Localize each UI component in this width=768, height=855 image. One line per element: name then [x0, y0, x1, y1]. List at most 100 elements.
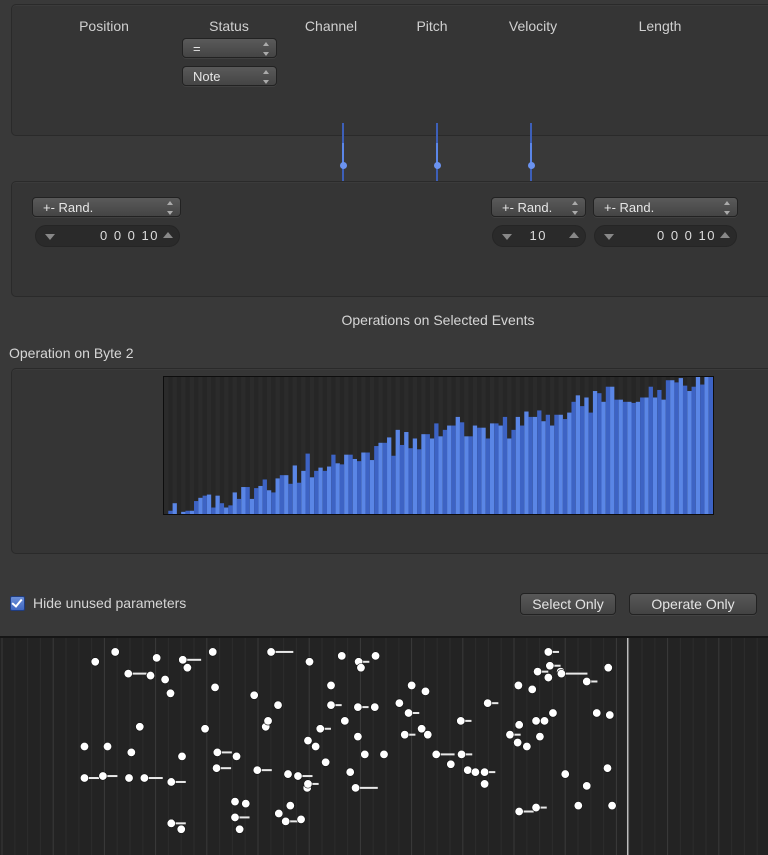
- piano-roll-canvas[interactable]: [0, 638, 768, 855]
- chart-bar[interactable]: [369, 460, 375, 514]
- chart-bar[interactable]: [674, 382, 679, 514]
- note-event[interactable]: [166, 777, 176, 787]
- chart-bar[interactable]: [438, 436, 443, 514]
- chart-bar[interactable]: [618, 399, 623, 514]
- note-event[interactable]: [431, 749, 441, 759]
- hide-unused-checkbox[interactable]: [10, 595, 25, 611]
- note-event[interactable]: [513, 738, 523, 748]
- note-event[interactable]: [463, 765, 473, 775]
- chart-bar[interactable]: [322, 470, 327, 514]
- note-event[interactable]: [513, 680, 523, 690]
- chart-bar[interactable]: [434, 423, 439, 514]
- chart-bar[interactable]: [279, 475, 285, 514]
- note-event[interactable]: [531, 803, 541, 813]
- chart-bar[interactable]: [494, 423, 499, 514]
- note-event[interactable]: [345, 767, 355, 777]
- note-event[interactable]: [160, 675, 170, 685]
- chart-bar[interactable]: [236, 498, 242, 514]
- chart-bar[interactable]: [700, 384, 705, 514]
- increment-arrow-icon[interactable]: [163, 232, 173, 238]
- note-event[interactable]: [166, 818, 176, 828]
- chart-bar[interactable]: [232, 492, 237, 514]
- note-event[interactable]: [305, 657, 315, 667]
- note-event[interactable]: [522, 742, 532, 752]
- chart-bar[interactable]: [284, 475, 289, 514]
- note-event[interactable]: [470, 767, 480, 777]
- note-event[interactable]: [556, 669, 566, 679]
- note-event[interactable]: [602, 763, 612, 773]
- chart-bar[interactable]: [648, 386, 653, 514]
- note-event[interactable]: [582, 676, 592, 686]
- chart-bar[interactable]: [601, 401, 606, 514]
- note-event[interactable]: [123, 669, 133, 679]
- chart-bar[interactable]: [687, 391, 692, 514]
- chart-bar[interactable]: [305, 453, 310, 514]
- chart-bar[interactable]: [640, 397, 645, 514]
- note-event[interactable]: [394, 698, 404, 708]
- note-event[interactable]: [210, 682, 220, 692]
- note-event[interactable]: [573, 801, 583, 811]
- note-event[interactable]: [514, 807, 524, 817]
- note-event[interactable]: [303, 736, 313, 746]
- chart-bar[interactable]: [545, 414, 551, 514]
- note-event[interactable]: [285, 801, 295, 811]
- note-event[interactable]: [79, 742, 89, 752]
- chart-bar[interactable]: [412, 438, 418, 514]
- chart-bar[interactable]: [502, 416, 508, 514]
- chart-bar[interactable]: [635, 401, 641, 514]
- piano-roll-editor[interactable]: [0, 636, 768, 855]
- note-event[interactable]: [483, 698, 493, 708]
- decrement-arrow-icon[interactable]: [45, 234, 55, 240]
- note-event[interactable]: [540, 716, 550, 726]
- chart-bar[interactable]: [335, 463, 340, 514]
- chart-bar[interactable]: [348, 454, 353, 514]
- chart-bar[interactable]: [627, 401, 632, 514]
- chart-bar[interactable]: [575, 395, 581, 514]
- chart-bar[interactable]: [562, 419, 568, 514]
- note-event[interactable]: [353, 702, 363, 712]
- chart-bar[interactable]: [219, 503, 225, 514]
- chart-bar[interactable]: [352, 458, 358, 514]
- note-event[interactable]: [176, 824, 186, 834]
- chart-bar[interactable]: [622, 401, 628, 514]
- note-event[interactable]: [252, 765, 262, 775]
- chart-bar[interactable]: [331, 454, 336, 514]
- note-event[interactable]: [423, 730, 433, 740]
- chart-bar[interactable]: [661, 399, 666, 514]
- note-event[interactable]: [235, 824, 245, 834]
- note-event[interactable]: [603, 663, 613, 673]
- chart-bar[interactable]: [262, 479, 267, 514]
- note-event[interactable]: [326, 680, 336, 690]
- chart-bar[interactable]: [682, 385, 688, 514]
- chart-bar[interactable]: [459, 422, 465, 514]
- note-event[interactable]: [533, 667, 543, 677]
- note-event[interactable]: [103, 742, 113, 752]
- chart-bar[interactable]: [691, 386, 696, 514]
- chart-bar[interactable]: [588, 412, 593, 514]
- note-event[interactable]: [98, 771, 108, 781]
- channel-slider-knob[interactable]: [339, 161, 347, 169]
- velocity-slider[interactable]: [530, 123, 532, 188]
- status-condition-popup[interactable]: =: [182, 38, 277, 58]
- chart-bar[interactable]: [301, 470, 306, 514]
- chart-bar[interactable]: [194, 501, 199, 514]
- length-operation-popup[interactable]: +- Rand.: [593, 197, 738, 217]
- chart-bar[interactable]: [189, 510, 195, 514]
- note-event[interactable]: [266, 647, 276, 657]
- chart-bar[interactable]: [541, 421, 546, 514]
- chart-bar[interactable]: [558, 414, 563, 514]
- chart-bar[interactable]: [532, 416, 538, 514]
- chart-bar[interactable]: [468, 436, 473, 514]
- note-event[interactable]: [505, 730, 515, 740]
- note-event[interactable]: [230, 812, 240, 822]
- chart-bar[interactable]: [657, 389, 662, 514]
- note-event[interactable]: [281, 816, 291, 826]
- chart-bar[interactable]: [537, 410, 542, 514]
- length-value-stepper[interactable]: 0 0 0 10: [594, 225, 737, 247]
- chart-bar[interactable]: [326, 466, 332, 514]
- note-event[interactable]: [139, 773, 149, 783]
- chart-bar[interactable]: [266, 490, 272, 514]
- note-event[interactable]: [446, 759, 456, 769]
- note-event[interactable]: [208, 647, 218, 657]
- note-event[interactable]: [200, 724, 210, 734]
